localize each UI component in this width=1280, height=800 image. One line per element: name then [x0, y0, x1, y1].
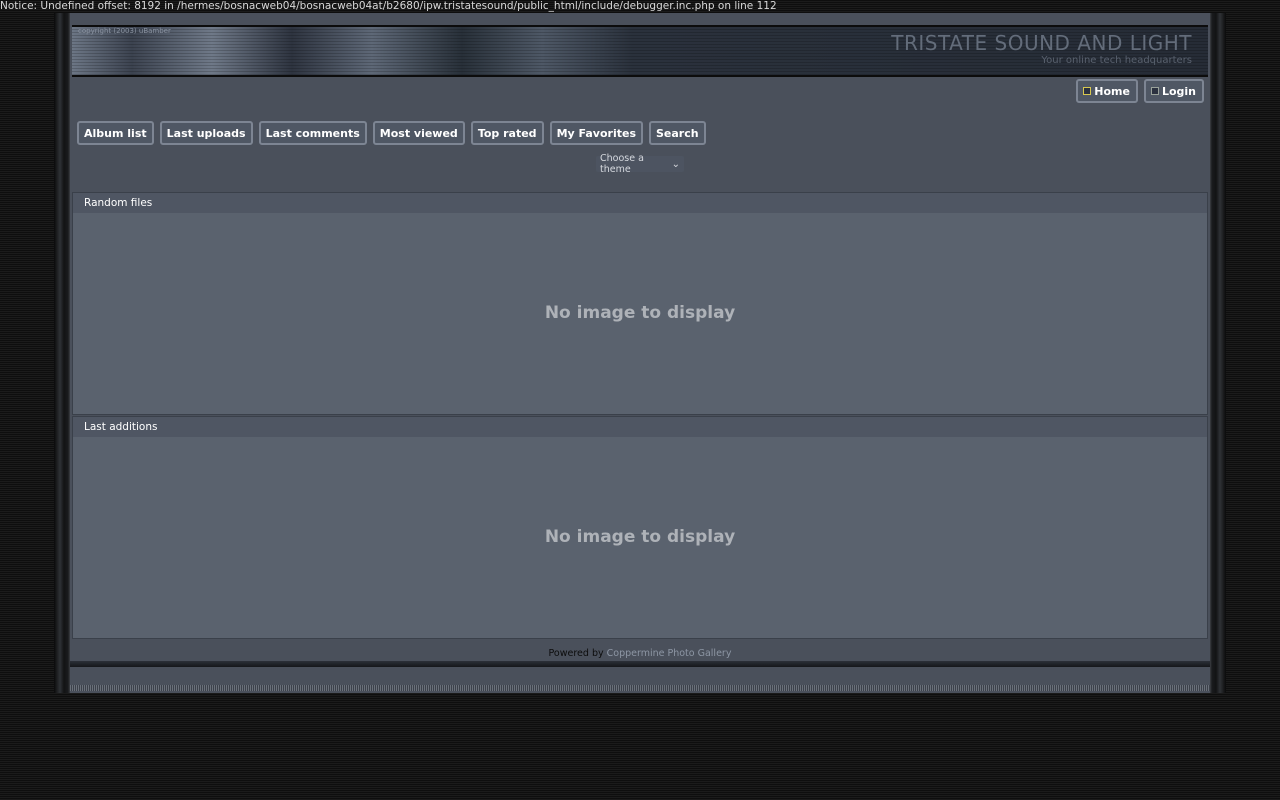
banner-copyright: copyright (2003) uBamber: [78, 27, 171, 35]
section-header: Random files: [73, 193, 1207, 213]
php-notice: Notice: Undefined offset: 8192 in /herme…: [0, 0, 777, 12]
footer: Powered by Coppermine Photo Gallery: [70, 648, 1210, 659]
menu-my-favorites[interactable]: My Favorites: [549, 121, 643, 145]
login-button[interactable]: Login: [1143, 79, 1204, 103]
footer-texture: [70, 685, 1210, 691]
section-header: Last additions: [73, 417, 1207, 437]
gallery-menu: Album list Last uploads Last comments Mo…: [77, 121, 706, 147]
last-additions-section: Last additions No image to display: [72, 416, 1208, 639]
footer-prefix: Powered by: [548, 648, 604, 659]
chevron-down-icon: ⌄: [671, 158, 680, 170]
top-navigation: Home Login: [1076, 79, 1204, 103]
site-title: TRISTATE SOUND AND LIGHT: [891, 31, 1192, 55]
theme-select-label: Choose a theme: [600, 153, 644, 175]
empty-message: No image to display: [544, 527, 736, 547]
login-label: Login: [1161, 84, 1196, 98]
bullet-icon: [1150, 87, 1159, 95]
site-banner: copyright (2003) uBamber TRISTATE SOUND …: [72, 25, 1208, 77]
page-frame: copyright (2003) uBamber TRISTATE SOUND …: [54, 13, 1226, 693]
bullet-icon: [1083, 87, 1092, 95]
home-button[interactable]: Home: [1076, 79, 1138, 103]
random-files-section: Random files No image to display: [72, 192, 1208, 415]
footer-band: [70, 667, 1210, 685]
menu-last-uploads[interactable]: Last uploads: [159, 121, 253, 145]
menu-last-comments[interactable]: Last comments: [258, 121, 367, 145]
empty-message: No image to display: [544, 303, 736, 323]
menu-album-list[interactable]: Album list: [77, 121, 154, 145]
theme-select[interactable]: Choose a theme ⌄: [596, 153, 684, 175]
gallery-container: copyright (2003) uBamber TRISTATE SOUND …: [70, 13, 1210, 693]
home-label: Home: [1094, 84, 1130, 98]
site-subtitle: Your online tech headquarters: [1041, 55, 1192, 66]
coppermine-link[interactable]: Coppermine Photo Gallery: [607, 648, 732, 659]
menu-search[interactable]: Search: [649, 121, 706, 145]
menu-most-viewed[interactable]: Most viewed: [372, 121, 465, 145]
menu-top-rated[interactable]: Top rated: [470, 121, 544, 145]
